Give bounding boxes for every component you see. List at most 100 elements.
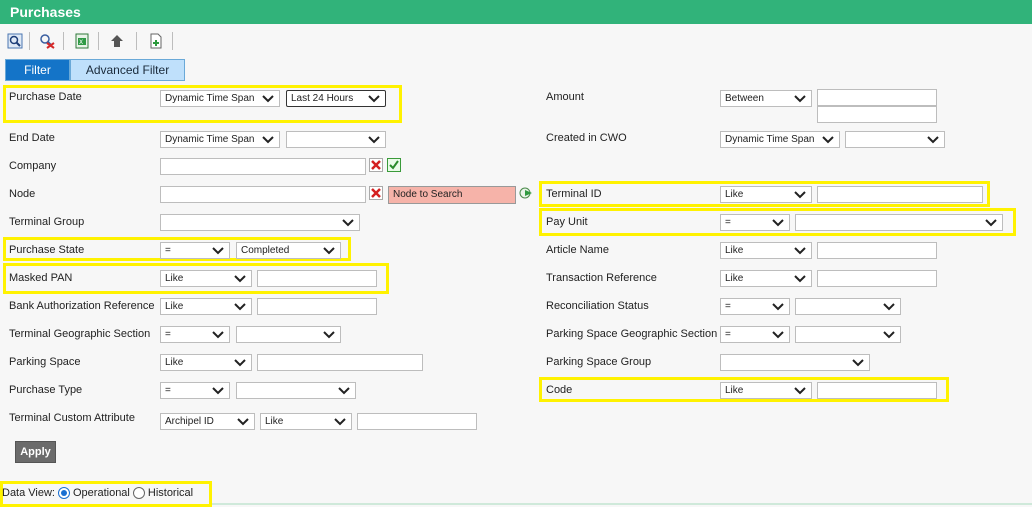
clear-filter-icon[interactable] <box>37 31 57 51</box>
data-view-group: Data View: Operational Historical <box>2 487 193 499</box>
terminal-custom-op-select[interactable]: Like <box>260 413 352 430</box>
end-date-mode-select[interactable]: Dynamic Time Span <box>160 131 280 148</box>
chevron-down-icon <box>878 327 900 342</box>
chevron-down-icon <box>337 215 359 230</box>
terminal-id-op-select[interactable]: Like <box>720 186 812 203</box>
parking-group-select[interactable] <box>720 354 870 371</box>
search-icon[interactable] <box>5 31 25 51</box>
code-label: Code <box>546 384 573 396</box>
back-arrow-icon[interactable] <box>107 31 127 51</box>
node-label: Node <box>9 188 36 200</box>
amount-from-input[interactable] <box>817 89 937 106</box>
chevron-down-icon <box>789 187 811 202</box>
article-name-op-select[interactable]: Like <box>720 242 812 259</box>
chevron-down-icon <box>363 132 385 147</box>
transaction-ref-op-select[interactable]: Like <box>720 270 812 287</box>
chevron-down-icon <box>318 243 340 258</box>
created-cwo-mode-select[interactable]: Dynamic Time Span <box>720 131 840 148</box>
transaction-ref-input[interactable] <box>817 270 937 287</box>
chevron-down-icon <box>817 132 839 147</box>
terminal-geo-value-select[interactable] <box>236 326 341 343</box>
purchase-type-op-select[interactable]: = <box>160 382 230 399</box>
chevron-down-icon <box>229 355 251 370</box>
chevron-down-icon <box>207 327 229 342</box>
chevron-down-icon <box>767 327 789 342</box>
historical-label: Historical <box>147 487 194 499</box>
purchase-type-value-select[interactable] <box>236 382 356 399</box>
terminal-id-input[interactable] <box>817 186 983 203</box>
masked-pan-op-select[interactable]: Like <box>160 270 252 287</box>
terminal-custom-attr-select[interactable]: Archipel ID <box>160 413 255 430</box>
divider <box>212 503 1032 505</box>
pay-unit-value-select[interactable] <box>795 214 1003 231</box>
created-cwo-label: Created in CWO <box>546 132 627 144</box>
clear-icon[interactable] <box>369 158 383 172</box>
parking-space-op-select[interactable]: Like <box>160 354 252 371</box>
code-op-select[interactable]: Like <box>720 382 812 399</box>
amount-label: Amount <box>546 91 584 103</box>
purchase-state-op-select[interactable]: = <box>160 242 230 259</box>
end-date-label: End Date <box>9 132 55 144</box>
masked-pan-label: Masked PAN <box>9 272 73 284</box>
data-view-label: Data View: <box>2 487 55 499</box>
chevron-down-icon <box>878 299 900 314</box>
pay-unit-op-select[interactable]: = <box>720 214 790 231</box>
page-title: Purchases <box>0 0 1032 24</box>
terminal-group-label: Terminal Group <box>9 216 85 228</box>
parking-space-input[interactable] <box>257 354 423 371</box>
tab-advanced-filter[interactable]: Advanced Filter <box>70 59 185 81</box>
chevron-down-icon <box>333 383 355 398</box>
article-name-input[interactable] <box>817 242 937 259</box>
created-cwo-value-select[interactable] <box>845 131 945 148</box>
parking-geo-op-select[interactable]: = <box>720 326 790 343</box>
new-document-icon[interactable] <box>146 31 166 51</box>
chevron-down-icon <box>789 243 811 258</box>
checkmark-icon[interactable] <box>387 158 401 172</box>
purchase-state-value-select[interactable]: Completed <box>236 242 341 259</box>
tab-filter[interactable]: Filter <box>5 59 70 81</box>
terminal-id-label: Terminal ID <box>546 188 602 200</box>
toolbar: X <box>0 28 1032 54</box>
reconciliation-op-select[interactable]: = <box>720 298 790 315</box>
code-input[interactable] <box>817 382 937 399</box>
parking-geo-value-select[interactable] <box>795 326 901 343</box>
chevron-down-icon <box>257 91 279 106</box>
chevron-down-icon <box>207 243 229 258</box>
bank-auth-input[interactable] <box>257 298 377 315</box>
amount-op-select[interactable]: Between <box>720 90 812 107</box>
reconciliation-label: Reconciliation Status <box>546 300 649 312</box>
apply-button[interactable]: Apply <box>15 441 56 463</box>
terminal-geo-op-select[interactable]: = <box>160 326 230 343</box>
chevron-down-icon <box>229 271 251 286</box>
chevron-down-icon <box>789 383 811 398</box>
chevron-down-icon <box>789 271 811 286</box>
reconciliation-value-select[interactable] <box>795 298 901 315</box>
end-date-value-select[interactable] <box>286 131 386 148</box>
clear-icon[interactable] <box>369 186 383 200</box>
company-input[interactable] <box>160 158 366 175</box>
bank-auth-op-select[interactable]: Like <box>160 298 252 315</box>
amount-to-input[interactable] <box>817 106 937 123</box>
export-excel-icon[interactable]: X <box>72 31 92 51</box>
terminal-custom-label: Terminal Custom Attribute <box>9 412 135 424</box>
purchase-date-value-select[interactable]: Last 24 Hours <box>286 90 386 107</box>
operational-label: Operational <box>73 487 130 499</box>
chevron-down-icon <box>257 132 279 147</box>
terminal-custom-input[interactable] <box>357 413 477 430</box>
parking-geo-label: Parking Space Geographic Section <box>546 328 718 340</box>
node-input[interactable] <box>160 186 366 203</box>
transaction-ref-label: Transaction Reference <box>546 272 657 284</box>
svg-text:X: X <box>79 39 83 46</box>
purchase-date-mode-select[interactable]: Dynamic Time Span <box>160 90 280 107</box>
node-search-arrow-icon[interactable] <box>519 185 535 201</box>
purchase-state-label: Purchase State <box>9 244 85 256</box>
chevron-down-icon <box>318 327 340 342</box>
node-to-search-field[interactable]: Node to Search <box>388 186 516 204</box>
operational-radio[interactable] <box>58 487 70 499</box>
chevron-down-icon <box>767 215 789 230</box>
terminal-group-select[interactable] <box>160 214 360 231</box>
masked-pan-input[interactable] <box>257 270 377 287</box>
historical-radio[interactable] <box>132 487 145 499</box>
chevron-down-icon <box>363 91 385 106</box>
article-name-label: Article Name <box>546 244 609 256</box>
